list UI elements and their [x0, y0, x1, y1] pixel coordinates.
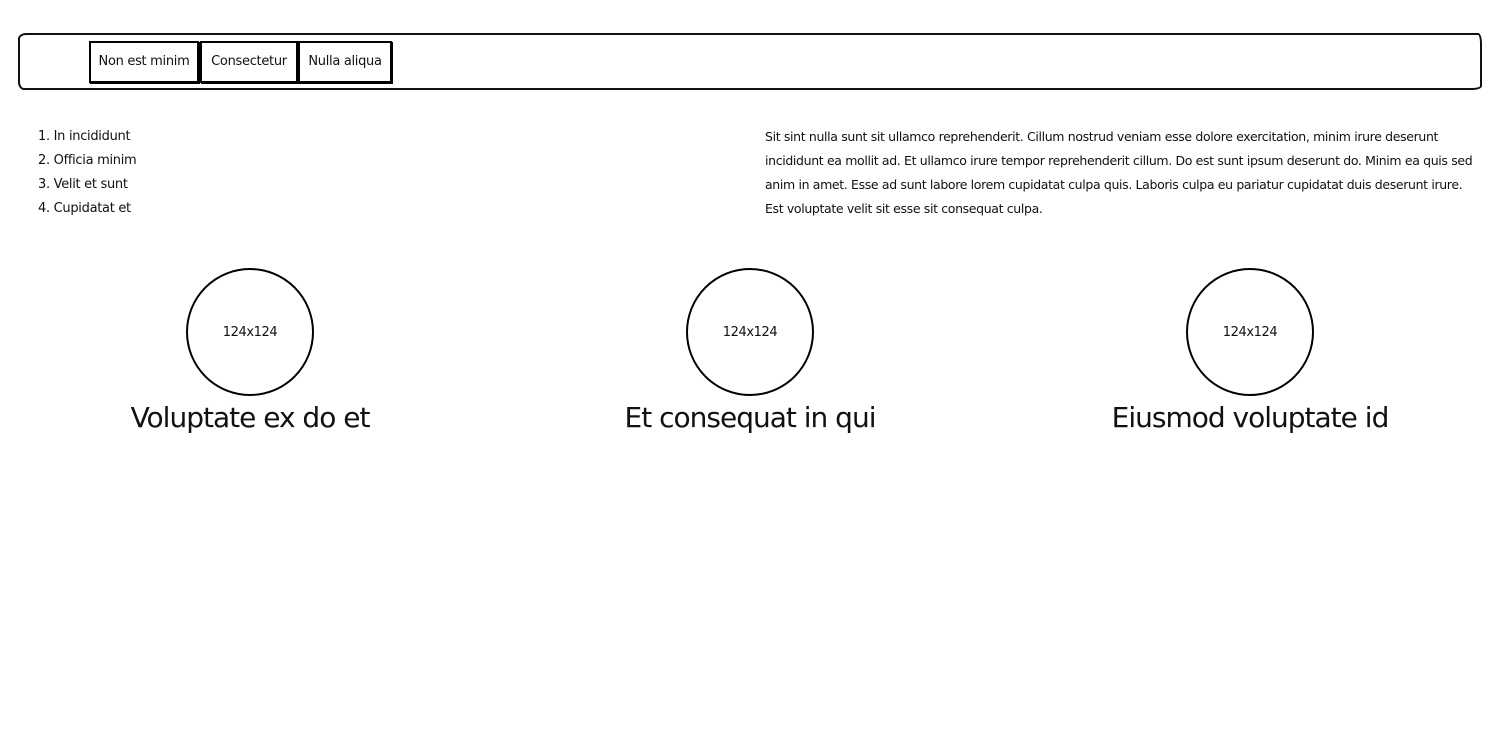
image-size-label: 124x124 — [1222, 324, 1278, 340]
list-item: 1. In incididunt — [38, 129, 131, 144]
feature-title: Eiusmod voluptate id — [1111, 401, 1390, 434]
image-size-label: 124x124 — [222, 324, 278, 340]
body-paragraph: Sit sint nulla sunt sit ullamco reprehen… — [765, 129, 1473, 216]
list-item: 2. Officia minim — [38, 153, 137, 168]
image-placeholder-circle: 124x124 — [1186, 268, 1314, 396]
feature-card: 124x124 Eiusmod voluptate id — [1050, 268, 1450, 436]
nav-tab-nulla-aliqua[interactable]: Nulla aliqua — [298, 41, 392, 83]
image-size-label: 124x124 — [722, 324, 778, 340]
list-item: 3. Velit et sunt — [38, 177, 128, 192]
feature-title: Et consequat in qui — [624, 401, 877, 434]
list-item: 4. Cupidatat et — [38, 201, 131, 216]
feature-title: Voluptate ex do et — [130, 401, 371, 434]
nav-tab-consectetur[interactable]: Consectetur — [200, 41, 298, 83]
ordered-list: 1. In incididunt 2. Officia minim 3. Vel… — [38, 125, 137, 221]
feature-card: 124x124 Et consequat in qui — [550, 268, 950, 436]
top-nav-bar: Non est minim Consectetur Nulla aliqua — [18, 33, 1482, 90]
image-placeholder-circle: 124x124 — [186, 268, 314, 396]
image-placeholder-circle: 124x124 — [686, 268, 814, 396]
feature-card: 124x124 Voluptate ex do et — [50, 268, 450, 436]
nav-tab-non-est-minim[interactable]: Non est minim — [89, 41, 199, 83]
